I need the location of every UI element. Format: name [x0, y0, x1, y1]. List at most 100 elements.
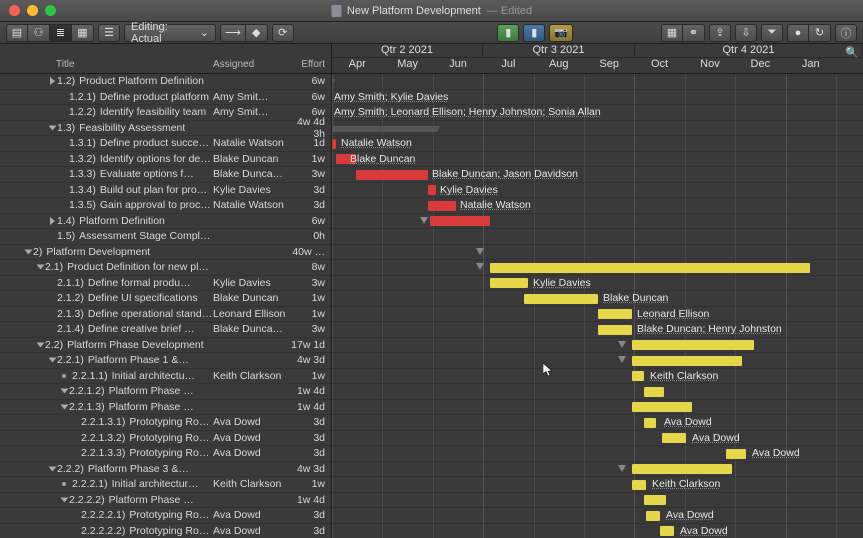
flag-blue-button[interactable]: ▮: [523, 24, 545, 42]
filter-button[interactable]: ⏷: [761, 24, 783, 42]
task-row[interactable]: 2.2)Platform Phase Development17w 1d: [0, 338, 331, 354]
gantt-row[interactable]: Natalie Watson: [332, 136, 863, 152]
disclosure-triangle-icon[interactable]: [37, 265, 45, 270]
gantt-bar[interactable]: [490, 278, 528, 288]
disclosure-triangle-icon[interactable]: [61, 497, 69, 502]
col-title[interactable]: Title: [0, 59, 213, 73]
gantt-row[interactable]: Blake Duncan: [332, 291, 863, 307]
view-list-button[interactable]: ▤: [6, 24, 28, 42]
gantt-bar[interactable]: [356, 170, 428, 180]
gantt-body[interactable]: Amy Smith; Kylie DaviesAmy Smith; Leonar…: [332, 74, 863, 538]
task-row[interactable]: 2.1.4)Define creative brief …Blake Dunca…: [0, 322, 331, 338]
task-row[interactable]: 2.2.2.2.1)Prototyping Round 1Ava Dowd3d: [0, 508, 331, 524]
task-row[interactable]: 1.3.3)Evaluate options f…Blake Dunca…3w: [0, 167, 331, 183]
task-row[interactable]: 1.3.5)Gain approval to proceed …Natalie …: [0, 198, 331, 214]
resources-button[interactable]: ⚭: [683, 24, 705, 42]
gantt-panel[interactable]: Qtr 2 2021Qtr 3 2021Qtr 4 2021 AprMayJun…: [332, 44, 863, 538]
gantt-row[interactable]: Leonard Ellison: [332, 307, 863, 323]
gantt-row[interactable]: Natalie Watson: [332, 198, 863, 214]
gantt-bar[interactable]: [662, 433, 686, 443]
gantt-bar[interactable]: [644, 495, 666, 505]
task-row[interactable]: 1.2.1)Define product platformAmy Smit…6w: [0, 90, 331, 106]
gantt-row[interactable]: [332, 260, 863, 276]
gantt-bar[interactable]: [632, 402, 692, 412]
task-row[interactable]: 1.4)Platform Definition6w: [0, 214, 331, 230]
gantt-row[interactable]: [332, 245, 863, 261]
view-people-button[interactable]: ⚇: [28, 24, 50, 42]
gantt-row[interactable]: Ava Dowd: [332, 415, 863, 431]
sync-button[interactable]: ↻: [809, 24, 831, 42]
gantt-bar[interactable]: [632, 464, 732, 474]
gantt-bar[interactable]: [428, 185, 436, 195]
task-row[interactable]: 2.2.2)Platform Phase 3 &…4w 3d: [0, 462, 331, 478]
gantt-row[interactable]: [332, 493, 863, 509]
task-row[interactable]: 2.1.3)Define operational standar…Leonard…: [0, 307, 331, 323]
gantt-bar[interactable]: [332, 139, 336, 149]
gantt-row[interactable]: [332, 121, 863, 137]
zoom-icon[interactable]: [45, 5, 56, 16]
gantt-bar[interactable]: [598, 309, 632, 319]
gantt-row[interactable]: [332, 353, 863, 369]
gantt-bar[interactable]: [726, 449, 746, 459]
task-row[interactable]: 2.2.1.2)Platform Phase …1w 4d: [0, 384, 331, 400]
disclosure-triangle-icon[interactable]: [50, 217, 55, 225]
milestone-button[interactable]: ◆: [246, 24, 268, 42]
gantt-row[interactable]: Ava Dowd: [332, 446, 863, 462]
gantt-bar[interactable]: [632, 480, 646, 490]
export-button[interactable]: ⇪: [709, 24, 731, 42]
camera-button[interactable]: 📷: [549, 24, 573, 42]
gantt-bar[interactable]: [430, 216, 490, 226]
task-row[interactable]: 2.2.2.2.2)Prototyping Round 2Ava Dowd3d: [0, 524, 331, 538]
gantt-row[interactable]: Ava Dowd: [332, 508, 863, 524]
gantt-row[interactable]: Keith Clarkson: [332, 477, 863, 493]
gantt-row[interactable]: [332, 74, 863, 90]
gantt-row[interactable]: Blake Duncan; Jason Davidson: [332, 167, 863, 183]
task-row[interactable]: 1.2)Product Platform Definition6w: [0, 74, 331, 90]
editing-mode-select[interactable]: Editing: Actual ⌄: [124, 24, 216, 42]
gantt-bar[interactable]: [524, 294, 598, 304]
view-board-button[interactable]: ▦: [72, 24, 94, 42]
gantt-bar[interactable]: [644, 387, 664, 397]
task-row[interactable]: 1.3)Feasibility Assessment4w 4d 3h: [0, 121, 331, 137]
task-row[interactable]: 2.2.1.1)Initial architectu…Keith Clarkso…: [0, 369, 331, 385]
view-gantt-button[interactable]: ≣: [50, 24, 72, 42]
gantt-bar[interactable]: [598, 325, 632, 335]
gantt-row[interactable]: Keith Clarkson: [332, 369, 863, 385]
disclosure-triangle-icon[interactable]: [37, 342, 45, 347]
magnify-icon[interactable]: 🔍: [845, 46, 859, 59]
task-row[interactable]: 2.1.1)Define formal produ…Kylie Davies3w: [0, 276, 331, 292]
critical-path-button[interactable]: ▦: [661, 24, 683, 42]
task-row[interactable]: 2.1)Product Definition for new platform8…: [0, 260, 331, 276]
gantt-row[interactable]: [332, 384, 863, 400]
gantt-row[interactable]: [332, 229, 863, 245]
task-row[interactable]: 2)Platform Development40w …: [0, 245, 331, 261]
task-row[interactable]: 2.2.1)Platform Phase 1 &…4w 3d: [0, 353, 331, 369]
task-row[interactable]: 2.1.2)Define UI specificationsBlake Dunc…: [0, 291, 331, 307]
gantt-row[interactable]: Kylie Davies: [332, 183, 863, 199]
task-row[interactable]: 1.5)Assessment Stage Complete0h: [0, 229, 331, 245]
gantt-row[interactable]: [332, 214, 863, 230]
layout-button[interactable]: ☰: [98, 24, 120, 42]
task-row[interactable]: 2.2.2.2)Platform Phase …1w 4d: [0, 493, 331, 509]
flag-green-button[interactable]: ▮: [497, 24, 519, 42]
task-row[interactable]: 2.2.1.3.1)Prototyping Round 1Ava Dowd3d: [0, 415, 331, 431]
disclosure-triangle-icon[interactable]: [49, 125, 57, 130]
gantt-bar[interactable]: [632, 371, 644, 381]
gantt-row[interactable]: Kylie Davies: [332, 276, 863, 292]
gantt-bar[interactable]: [660, 526, 674, 536]
gantt-row[interactable]: Blake Duncan: [332, 152, 863, 168]
gantt-row[interactable]: [332, 400, 863, 416]
disclosure-triangle-icon[interactable]: [50, 77, 55, 85]
share-button[interactable]: ●: [787, 24, 809, 42]
close-icon[interactable]: [9, 5, 20, 16]
gantt-row[interactable]: Ava Dowd: [332, 524, 863, 538]
gantt-row[interactable]: Amy Smith; Leonard Ellison; Henry Johnst…: [332, 105, 863, 121]
task-row[interactable]: 2.2.1.3.2)Prototyping Round 2Ava Dowd3d: [0, 431, 331, 447]
task-row[interactable]: 1.3.1)Define product succe…Natalie Watso…: [0, 136, 331, 152]
col-assigned[interactable]: Assigned: [213, 59, 287, 73]
gantt-bar[interactable]: [490, 263, 810, 273]
task-row[interactable]: 1.3.2)Identify options for developi…Blak…: [0, 152, 331, 168]
gantt-row[interactable]: Blake Duncan; Henry Johnston: [332, 322, 863, 338]
import-button[interactable]: ⇩: [735, 24, 757, 42]
disclosure-triangle-icon[interactable]: [61, 389, 69, 394]
